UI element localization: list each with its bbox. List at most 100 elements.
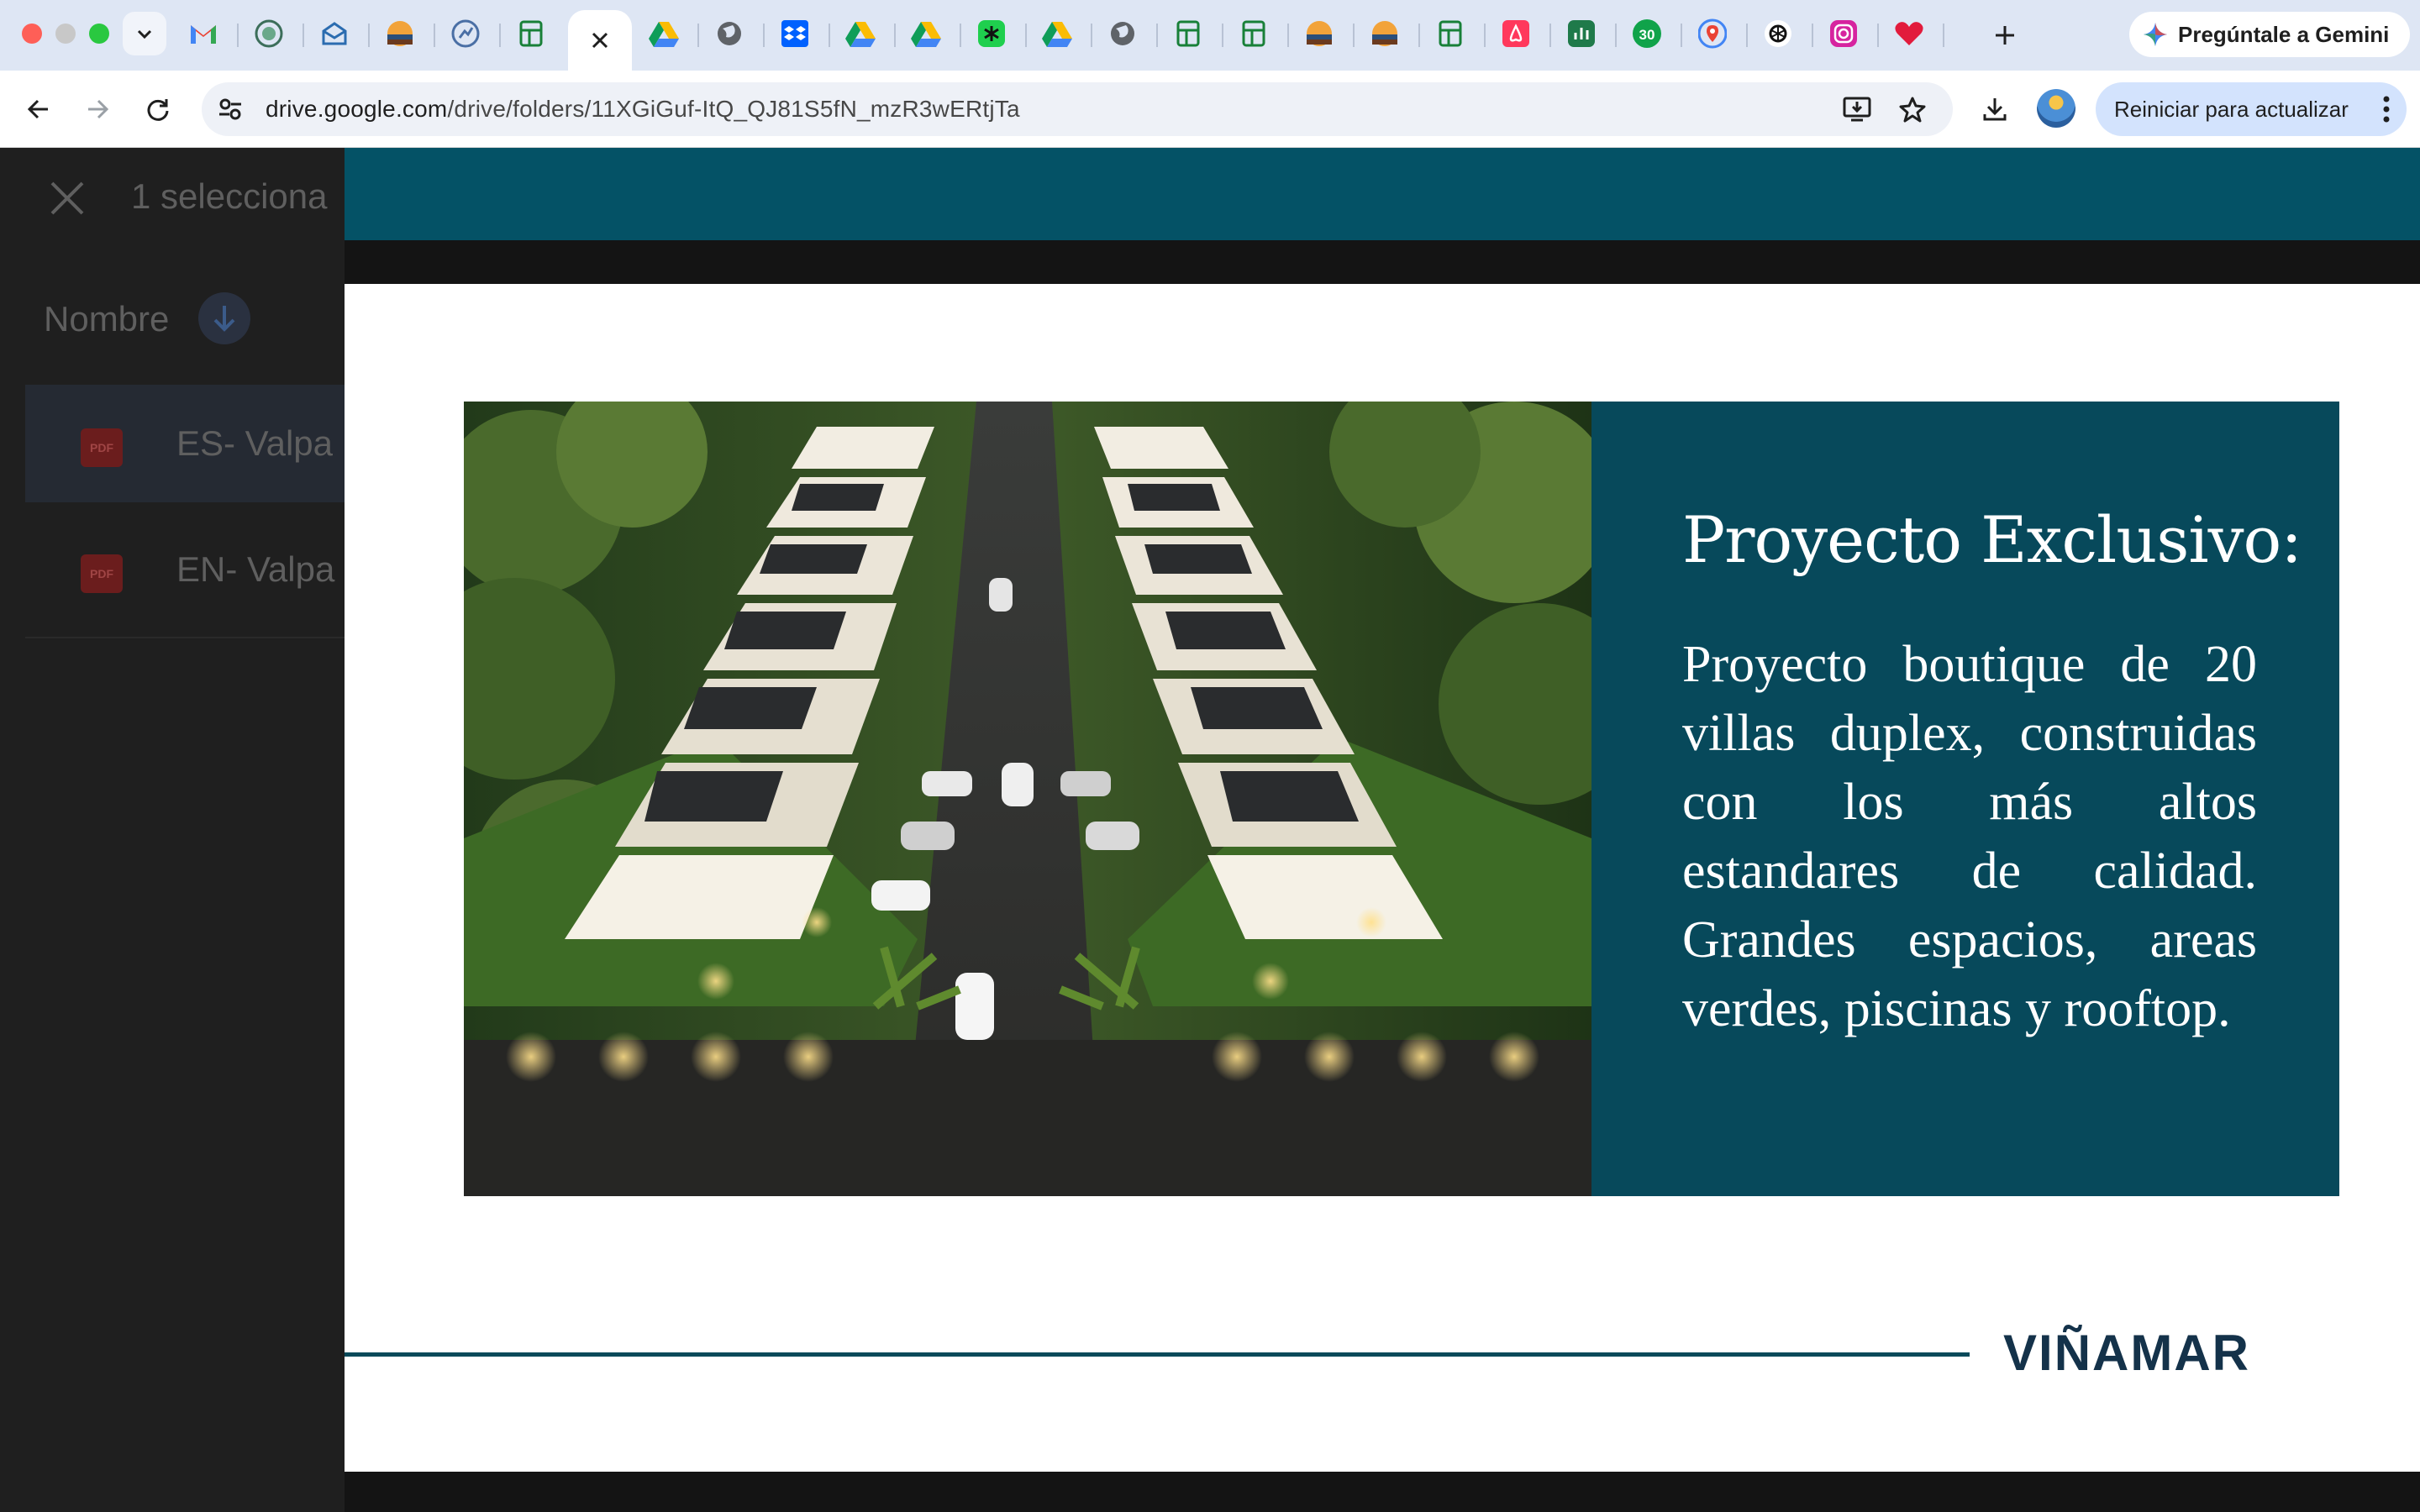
file-name: ES- Valpa bbox=[176, 423, 333, 463]
tab-drive-4[interactable] bbox=[1042, 18, 1072, 49]
tab-separator bbox=[1812, 24, 1813, 47]
profile-avatar[interactable] bbox=[2037, 89, 2075, 128]
relaunch-update-button[interactable]: Reiniciar para actualizar bbox=[2096, 82, 2407, 136]
arrow-down-icon bbox=[213, 306, 235, 332]
forward-button[interactable] bbox=[77, 89, 118, 129]
sheet-icon bbox=[1176, 20, 1200, 47]
tab-separator bbox=[960, 24, 961, 47]
svg-text:30: 30 bbox=[1639, 27, 1655, 43]
tab-globe-1[interactable] bbox=[714, 18, 744, 49]
tab-separator bbox=[1156, 24, 1158, 47]
tab-separator bbox=[1287, 24, 1289, 47]
plus-icon bbox=[1996, 26, 2014, 45]
column-header-name[interactable]: Nombre bbox=[44, 299, 169, 339]
tab-globe-2[interactable] bbox=[1107, 18, 1138, 49]
tab-app-2[interactable] bbox=[319, 18, 350, 49]
tab-separator bbox=[697, 24, 699, 47]
minimize-window-button[interactable] bbox=[55, 24, 76, 44]
sheet-icon bbox=[519, 20, 543, 47]
sort-direction-button[interactable] bbox=[198, 292, 250, 344]
pdf-file-icon: PDF bbox=[81, 554, 123, 593]
tab-drive-3[interactable] bbox=[911, 18, 941, 49]
tab-sheets-2[interactable] bbox=[1173, 18, 1203, 49]
tab-dropbox[interactable] bbox=[780, 18, 810, 49]
new-tab-button[interactable] bbox=[1988, 18, 2022, 52]
file-row[interactable]: PDF EN- Valpa bbox=[25, 511, 361, 628]
tab-separator bbox=[763, 24, 765, 47]
tab-separator bbox=[1549, 24, 1551, 47]
install-app-button[interactable] bbox=[1840, 92, 1874, 126]
aerial-villas-illustration bbox=[464, 402, 1591, 1196]
sunset-logo-icon bbox=[1372, 21, 1397, 46]
more-vert-icon[interactable] bbox=[2381, 94, 2391, 124]
arrow-left-icon bbox=[27, 99, 48, 119]
download-icon bbox=[1983, 98, 2007, 121]
drive-icon bbox=[649, 22, 679, 47]
tab-sheets-1[interactable] bbox=[516, 18, 546, 49]
address-bar[interactable]: drive.google.com/drive/folders/11XGiGuf-… bbox=[202, 82, 1953, 136]
tab-separator bbox=[1222, 24, 1223, 47]
site-info-button[interactable] bbox=[213, 92, 247, 126]
tab-globe-3[interactable] bbox=[1929, 18, 1960, 49]
tab-strip: 30 Pregúntale a Gemini bbox=[0, 0, 2420, 71]
back-button[interactable] bbox=[18, 89, 59, 129]
bar-chart-icon bbox=[1568, 20, 1595, 47]
maximize-window-button[interactable] bbox=[89, 24, 109, 44]
active-tab[interactable] bbox=[568, 10, 632, 71]
file-row[interactable]: PDF ES- Valpa bbox=[25, 385, 361, 502]
tab-search-button[interactable] bbox=[123, 12, 166, 55]
tab-separator bbox=[1091, 24, 1092, 47]
slide-description: Proyecto boutique de 20 villas duplex, c… bbox=[1682, 636, 2257, 1037]
url-text[interactable]: drive.google.com/drive/folders/11XGiGuf-… bbox=[266, 96, 1020, 123]
sunset-logo-icon bbox=[387, 21, 413, 46]
chatgpt-icon bbox=[1765, 20, 1791, 47]
footer-rule bbox=[345, 1352, 1970, 1357]
gemini-button[interactable]: Pregúntale a Gemini bbox=[2129, 12, 2410, 57]
description-panel: Proyecto Exclusivo: Proyecto boutique de… bbox=[1591, 402, 2339, 1196]
file-name: EN- Valpa bbox=[176, 549, 335, 589]
globe-icon bbox=[1111, 22, 1134, 45]
tab-separator bbox=[1877, 24, 1879, 47]
tab-app-4[interactable] bbox=[450, 18, 481, 49]
tab-app-6[interactable] bbox=[1304, 18, 1334, 49]
drive-icon bbox=[1042, 22, 1072, 47]
drive-icon bbox=[911, 22, 941, 47]
tab-app-8[interactable] bbox=[1566, 18, 1597, 49]
tab-drive-2[interactable] bbox=[845, 18, 876, 49]
viewer-bottom-bar bbox=[345, 1472, 2420, 1512]
tab-separator bbox=[829, 24, 830, 47]
tab-separator bbox=[1025, 24, 1027, 47]
globe-icon bbox=[718, 22, 741, 45]
tab-sheets-4[interactable] bbox=[1435, 18, 1465, 49]
calendar-30-icon: 30 bbox=[1633, 19, 1661, 48]
downloads-button[interactable] bbox=[1975, 89, 2015, 129]
tab-sheets-3[interactable] bbox=[1239, 18, 1269, 49]
tab-separator bbox=[1746, 24, 1748, 47]
tab-app-1[interactable] bbox=[254, 18, 284, 49]
tab-separator bbox=[499, 24, 501, 47]
tab-app-3[interactable] bbox=[385, 18, 415, 49]
close-window-button[interactable] bbox=[22, 24, 42, 44]
tab-chatgpt[interactable] bbox=[1763, 18, 1793, 49]
close-icon[interactable] bbox=[591, 31, 609, 50]
viewer-header-bar bbox=[345, 148, 2420, 240]
gauge-icon bbox=[451, 19, 480, 48]
tab-app-9[interactable]: 30 bbox=[1632, 18, 1662, 49]
reload-button[interactable] bbox=[138, 89, 178, 129]
tab-heart[interactable] bbox=[1894, 18, 1924, 49]
asterisk-icon bbox=[978, 20, 1005, 47]
heart-icon bbox=[1895, 22, 1923, 45]
envelope-open-icon bbox=[322, 22, 347, 45]
bookmark-button[interactable] bbox=[1896, 92, 1929, 126]
close-icon[interactable] bbox=[47, 178, 87, 218]
tab-instagram[interactable] bbox=[1828, 18, 1859, 49]
tab-app-5[interactable] bbox=[976, 18, 1007, 49]
viewer-gap bbox=[345, 240, 2420, 284]
tab-airbnb[interactable] bbox=[1501, 18, 1531, 49]
tab-gmail[interactable] bbox=[188, 18, 218, 49]
tab-drive-1[interactable] bbox=[649, 18, 679, 49]
tab-app-7[interactable] bbox=[1370, 18, 1400, 49]
drive-icon bbox=[845, 22, 876, 47]
circle-chart-icon bbox=[255, 19, 283, 48]
tab-maps[interactable] bbox=[1697, 18, 1728, 49]
